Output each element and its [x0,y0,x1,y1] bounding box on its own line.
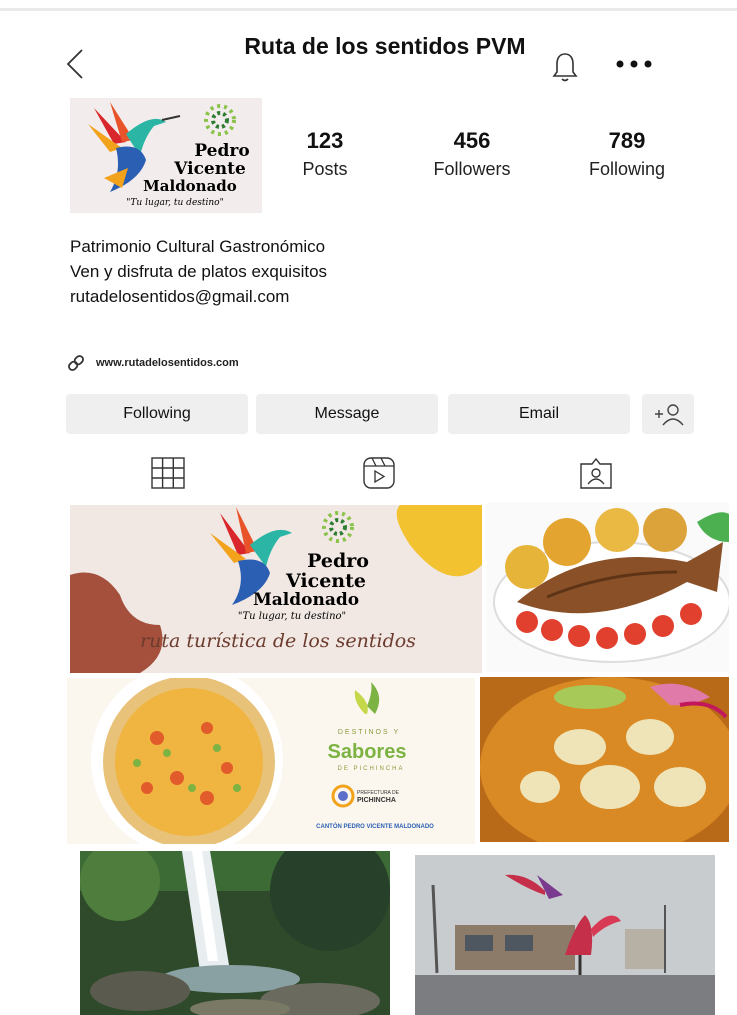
email-button[interactable]: Email [448,394,630,434]
bell-icon[interactable] [550,50,580,84]
post3-badge1: PREFECTURA DE [357,790,400,796]
website-url: www.rutadelosentidos.com [96,357,239,369]
post-thumbnail[interactable] [80,851,390,1015]
stat-posts[interactable]: 123 Posts [260,128,390,181]
chevron-left-icon[interactable] [62,46,92,82]
post-thumbnail[interactable] [415,855,715,1015]
stat-followers-count: 456 [453,128,491,153]
post3-footer: CANTÓN PEDRO VICENTE MALDONADO [316,822,434,830]
post-thumbnail[interactable] [480,677,729,842]
logo-text-line1: Pedro [194,141,249,161]
post3-word2: Sabores [328,741,407,763]
post-image-soup [480,677,729,842]
status-divider [0,8,737,11]
more-horizontal-icon[interactable] [612,50,656,74]
post1-tagline: "Tu lugar, tu destino" [238,611,346,622]
logo-text-line3: Maldonado [143,177,237,195]
following-button[interactable]: Following [66,394,248,434]
post-image-logo: Pedro Vicente Maldonado "Tu lugar, tu de… [70,505,482,673]
add-user-button[interactable] [642,394,694,434]
post3-word1: DESTINOS Y [338,729,400,736]
stat-followers-label: Followers [433,159,511,179]
post-thumbnail[interactable]: DESTINOS Y Sabores DE PICHINCHA PREFECTU… [67,678,475,844]
stat-followers[interactable]: 456 Followers [407,128,537,181]
page-title: Ruta de los sentidos PVM [244,33,526,59]
link-icon [68,355,84,371]
stat-following-label: Following [588,159,666,179]
post1-logo-line2: Vicente [285,570,366,592]
post3-word3: DE PICHINCHA [337,766,404,772]
profile-bio: Patrimonio Cultural Gastronómico Ven y d… [70,234,327,309]
logo-graphic: Pedro Vicente Maldonado "Tu lugar, tu de… [70,98,262,213]
add-user-icon [655,404,684,426]
stat-posts-label: Posts [302,159,348,179]
post-image-hummingbird-statue [415,855,715,1015]
logo-text-line2: Vicente [173,159,246,179]
grid-tab-icon[interactable] [150,456,186,490]
website-link[interactable]: www.rutadelosentidos.com [66,352,239,374]
post3-badge2: PICHINCHA [357,797,396,804]
post-thumbnail[interactable]: Pedro Vicente Maldonado "Tu lugar, tu de… [70,505,482,673]
post1-logo-line3: Maldonado [253,590,359,610]
bio-line: Patrimonio Cultural Gastronómico [70,237,326,256]
reels-tab-icon[interactable] [361,456,397,490]
avatar[interactable]: Pedro Vicente Maldonado "Tu lugar, tu de… [70,98,262,213]
post1-logo-line1: Pedro [307,550,369,572]
logo-tagline: "Tu lugar, tu destino" [126,198,223,208]
stat-following[interactable]: 789 Following [562,128,692,181]
post-thumbnail[interactable] [487,502,729,672]
post-image-waterfall [80,851,390,1015]
post1-caption: ruta turística de los sentidos [140,630,416,652]
tagged-tab-icon[interactable] [578,456,614,490]
stat-posts-count: 123 [306,128,344,153]
bio-email: rutadelosentidos@gmail.com [70,287,290,306]
stat-following-count: 789 [608,128,646,153]
post-image-sabores: DESTINOS Y Sabores DE PICHINCHA PREFECTU… [67,678,475,844]
post-image-fish [487,502,729,672]
message-button[interactable]: Message [256,394,438,434]
bio-line: Ven y disfruta de platos exquisitos [70,262,328,281]
